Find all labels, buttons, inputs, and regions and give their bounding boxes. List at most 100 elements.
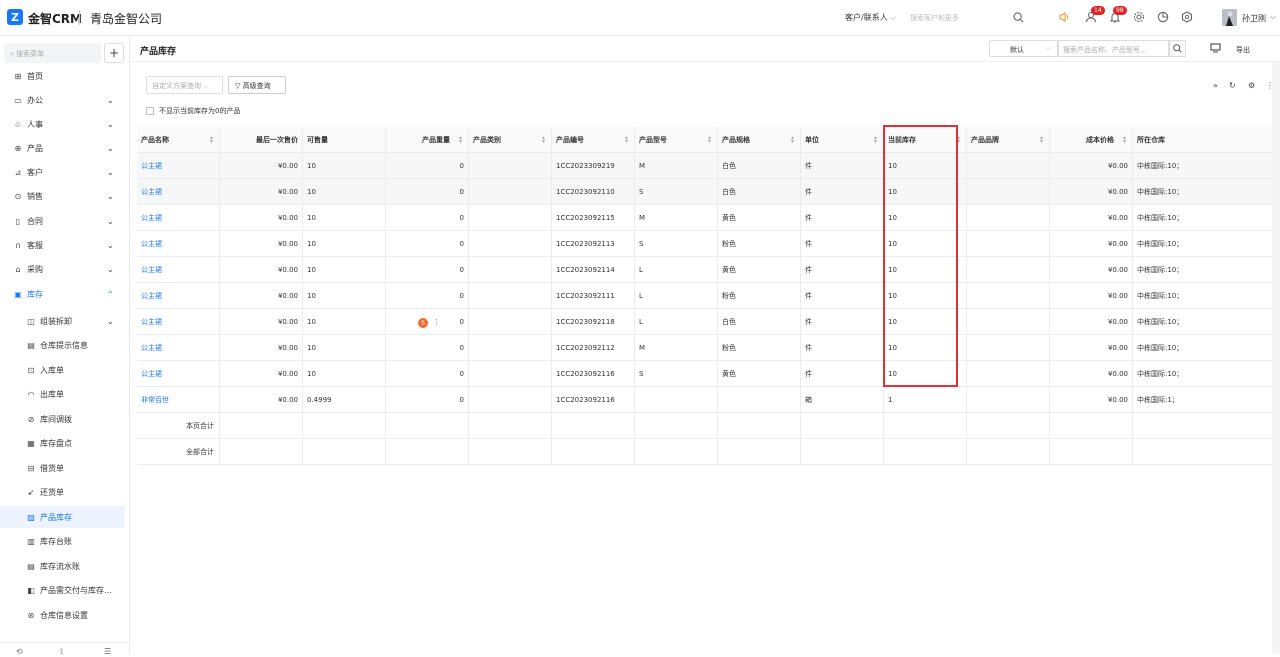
- cell-product-name[interactable]: 公主裙: [137, 257, 220, 282]
- table-row[interactable]: 公主裙 ¥0.00 10 0 1CC2023092115 M 黄色件 10 ¥0.00 中栋国际:…: [137, 205, 1280, 231]
- cell-product-name[interactable]: 非常百世: [137, 387, 220, 412]
- menu-search-input[interactable]: ⌕ 搜索菜单: [4, 43, 101, 63]
- sidebar-subitem-ledger[interactable]: ▥ 库存台账: [0, 531, 125, 553]
- sidebar-subitem-transfer[interactable]: ⊘ 库间调拨: [0, 408, 125, 430]
- more-options-icon[interactable]: ⋮: [433, 318, 440, 326]
- table-row[interactable]: 公主裙 ¥0.00 10 0 1CC2023092114 L 黄色件 10 ¥0.00 中栋国际:…: [137, 257, 1280, 283]
- chevron-down-icon[interactable]: ⌄: [107, 317, 114, 326]
- search-icon[interactable]: [1011, 10, 1025, 24]
- palette-icon[interactable]: [1156, 10, 1170, 24]
- column-header-unit[interactable]: 单位 ▴ ▾: [801, 127, 884, 152]
- sort-icon[interactable]: ▴ ▾: [625, 135, 628, 145]
- sidebar-item-home[interactable]: ⊞ 首页: [0, 65, 125, 87]
- column-header-weight[interactable]: 产品重量 ▴ ▾: [386, 127, 469, 152]
- table-row[interactable]: 公主裙 ¥0.00 10 0 1CC2023309219 M 白色件 10 ¥0.00 中栋国际:…: [137, 153, 1280, 179]
- column-header-spec[interactable]: 产品规格 ▴ ▾: [718, 127, 801, 152]
- table-row[interactable]: 公主裙 ¥0.00 10 0 1CC2023092116 S 黄色件 10 ¥0.00 中栋国际:…: [137, 361, 1280, 387]
- chevron-down-icon[interactable]: ⌄: [107, 217, 114, 226]
- cell-product-name[interactable]: 公主裙: [137, 309, 220, 334]
- sidebar-subitem-assembly[interactable]: ◫ 组装拆卸 ⌄: [0, 310, 125, 332]
- username[interactable]: 孙卫刚: [1242, 13, 1266, 24]
- cell-product-name[interactable]: 公主裙: [137, 335, 220, 360]
- sidebar-subitem-return[interactable]: ➹ 还货单: [0, 482, 125, 504]
- sort-icon[interactable]: ▴ ▾: [708, 135, 711, 145]
- sidebar-item-inventory[interactable]: ▣ 库存 ⌃: [0, 283, 125, 305]
- sort-icon[interactable]: ▴ ▾: [957, 135, 960, 145]
- sort-icon[interactable]: ▴ ▾: [210, 135, 213, 145]
- column-header-category[interactable]: 产品类别 ▴ ▾: [469, 127, 552, 152]
- export-button[interactable]: 导出: [1236, 45, 1250, 55]
- monitor-icon[interactable]: [1210, 43, 1221, 55]
- cell-product-name[interactable]: 公主裙: [137, 283, 220, 308]
- sidebar-subitem-journal[interactable]: ▤ 库存流水账: [0, 555, 125, 577]
- pin-icon[interactable]: ⟟: [60, 647, 63, 657]
- table-row[interactable]: 公主裙 ¥0.00 10 0 1CC2023092111 L 粉色件 10 ¥0.00 中栋国际:…: [137, 283, 1280, 309]
- sidebar-subitem-product-stock[interactable]: ▨ 产品库存: [0, 506, 125, 528]
- cell-product-name[interactable]: 公主裙: [137, 231, 220, 256]
- expand-icon[interactable]: »: [1213, 81, 1218, 90]
- hide-zero-stock-option[interactable]: 不显示当前库存为0的产品: [146, 106, 240, 116]
- approval-icon[interactable]: 14: [1084, 6, 1105, 24]
- sidebar-item-office[interactable]: ▭ 办公 ⌄: [0, 89, 125, 111]
- sidebar-subitem-delivery[interactable]: ◧ 产品需交付与库存...: [0, 580, 125, 602]
- advanced-query-button[interactable]: ▽ 高级查询: [228, 76, 286, 94]
- view-select[interactable]: 默认 ⌵: [989, 40, 1058, 57]
- sidebar-item-service[interactable]: ∩ 客服 ⌄: [0, 234, 125, 256]
- custom-query-select[interactable]: 自定义方案查询 ⌵: [146, 76, 223, 94]
- sidebar-item-product[interactable]: ⊕ 产品 ⌄: [0, 137, 125, 159]
- sidebar-item-sales[interactable]: ⊙ 销售 ⌄: [0, 185, 125, 207]
- chevron-down-icon[interactable]: ⌄: [107, 192, 114, 201]
- sort-icon[interactable]: ▴ ▾: [1040, 135, 1043, 145]
- column-header-product-code[interactable]: 产品编号 ▴ ▾: [552, 127, 635, 152]
- cell-product-name[interactable]: 公主裙: [137, 179, 220, 204]
- sidebar-item-purchase[interactable]: ⌂ 采购 ⌄: [0, 258, 125, 280]
- cell-product-name[interactable]: 公主裙: [137, 361, 220, 386]
- global-search-input[interactable]: 搜索客户和更多: [910, 13, 959, 23]
- sidebar-subitem-inbound[interactable]: ⊡ 入库单: [0, 359, 125, 381]
- chevron-down-icon[interactable]: ⌄: [107, 144, 114, 153]
- hexagon-settings-icon[interactable]: [1180, 10, 1194, 24]
- sort-icon[interactable]: ▴ ▾: [459, 135, 462, 145]
- hide-zero-checkbox[interactable]: [146, 107, 154, 115]
- collapse-menu-icon[interactable]: ☰: [104, 647, 111, 656]
- cell-product-name[interactable]: 公主裙: [137, 205, 220, 230]
- column-header-last-price[interactable]: 最后一次售价: [220, 127, 303, 152]
- chevron-down-icon[interactable]: ⌄: [107, 96, 114, 105]
- table-row[interactable]: 公主裙 ¥0.00 10 0 1CC2023092112 M 粉色件 10 ¥0.00 中栋国际:…: [137, 335, 1280, 361]
- vertical-scrollbar[interactable]: [1272, 62, 1280, 654]
- search-button[interactable]: [1169, 40, 1186, 57]
- sort-icon[interactable]: ▴ ▾: [791, 135, 794, 145]
- chevron-down-icon[interactable]: ⌄: [107, 120, 114, 129]
- sidebar-subitem-warehouse-settings[interactable]: ⊛ 仓库信息设置: [0, 604, 125, 626]
- sidebar-item-customer[interactable]: ⊿ 客户 ⌄: [0, 161, 125, 183]
- global-search-type-select[interactable]: 客户/联系人 ⌵: [845, 12, 896, 23]
- column-header-cost-price[interactable]: 成本价格 ▴ ▾: [1050, 127, 1133, 152]
- bell-icon[interactable]: 98: [1108, 6, 1127, 24]
- avatar[interactable]: [1222, 9, 1237, 26]
- floating-assistant-icon[interactable]: S: [418, 318, 428, 328]
- table-row[interactable]: 非常百世 ¥0.00 0.4999 0 1CC2023092116 箱 1 ¥0.00 中栋国际…: [137, 387, 1280, 413]
- sidebar-subitem-warehouse-tip[interactable]: ▤ 仓库提示信息: [0, 335, 125, 357]
- settings-icon[interactable]: [1132, 10, 1146, 24]
- chevron-down-icon[interactable]: ⌵: [1270, 12, 1276, 22]
- speaker-icon[interactable]: [1057, 10, 1071, 24]
- chevron-down-icon[interactable]: ⌄: [107, 168, 114, 177]
- chevron-up-icon[interactable]: ⌃: [107, 290, 114, 299]
- sort-icon[interactable]: ▴ ▾: [542, 135, 545, 145]
- sidebar-subitem-borrow[interactable]: ⊟ 借货单: [0, 457, 125, 479]
- refresh-icon[interactable]: ↻: [1229, 81, 1236, 90]
- sidebar-subitem-stocktake[interactable]: ▦ 库存盘点: [0, 433, 125, 455]
- sidebar-item-hr[interactable]: ♧ 人事 ⌄: [0, 113, 125, 135]
- column-header-current-stock[interactable]: 当前库存 ▴ ▾: [884, 127, 967, 152]
- sort-icon[interactable]: ▴ ▾: [874, 135, 877, 145]
- history-icon[interactable]: ⟲: [16, 647, 23, 656]
- table-row[interactable]: 公主裙 ¥0.00 10 0 1CC2023092118 L 白色件 10 ¥0.00 中栋国际:…: [137, 309, 1280, 335]
- sidebar-item-contract[interactable]: ▯ 合同 ⌄: [0, 210, 125, 232]
- table-row[interactable]: 公主裙 ¥0.00 10 0 1CC2023092113 S 粉色件 10 ¥0.00 中栋国际:…: [137, 231, 1280, 257]
- chevron-down-icon[interactable]: ⌄: [107, 241, 114, 250]
- product-search-input[interactable]: 搜索产品名称、产品型号...: [1058, 40, 1169, 57]
- add-menu-button[interactable]: +: [104, 43, 124, 63]
- chevron-down-icon[interactable]: ⌄: [107, 265, 114, 274]
- column-header-warehouse[interactable]: 所在仓库: [1133, 127, 1276, 152]
- column-header-brand[interactable]: 产品品牌 ▴ ▾: [967, 127, 1050, 152]
